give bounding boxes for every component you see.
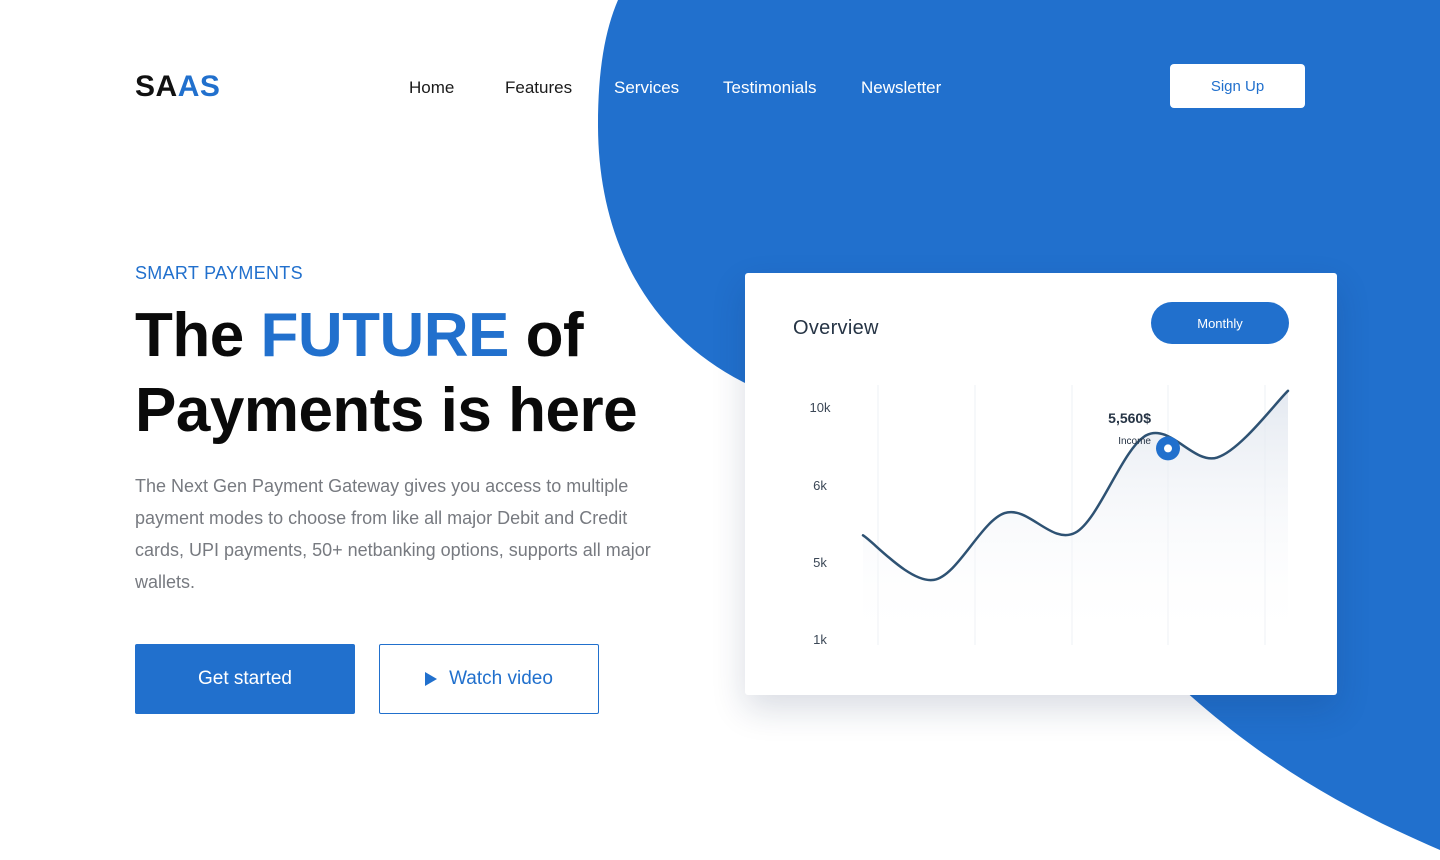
get-started-button[interactable]: Get started [135, 644, 355, 714]
annotation-label: Income [1118, 436, 1151, 447]
period-dropdown[interactable]: Monthly [1151, 302, 1289, 344]
overview-card: 10k 6k 5k 1k 5,560$ Income Overview Monthly [745, 273, 1337, 695]
nav-item-testimonials[interactable]: Testimonials [723, 78, 817, 98]
watch-video-button[interactable]: Watch video [379, 644, 599, 714]
card-title: Overview [793, 317, 879, 339]
income-marker-dot [1164, 444, 1172, 453]
headline-post: of [508, 301, 584, 370]
nav-item-features[interactable]: Features [505, 78, 572, 98]
nav-item-newsletter[interactable]: Newsletter [861, 78, 941, 98]
headline-pre: The [135, 301, 261, 370]
hero-headline: The FUTURE of Payments is here [135, 298, 638, 448]
y-tick-label: 6k [813, 478, 827, 493]
y-tick-label: 5k [813, 555, 827, 570]
nav-item-services[interactable]: Services [614, 78, 679, 98]
play-icon [425, 672, 438, 686]
headline-line-2: Payments is here [135, 376, 638, 445]
logo[interactable]: SAAS [135, 70, 220, 104]
headline-accent: FUTURE [260, 301, 509, 370]
watch-video-label: Watch video [449, 668, 553, 689]
annotation-value: 5,560$ [1108, 410, 1151, 426]
y-tick-label: 1k [813, 632, 827, 647]
logo-part-1: SA [135, 70, 178, 103]
hero-description: The Next Gen Payment Gateway gives you a… [135, 476, 651, 592]
series-area [863, 390, 1288, 645]
hero-eyebrow: SMART PAYMENTS [135, 263, 303, 283]
y-tick-label: 10k [810, 400, 831, 415]
nav-item-home[interactable]: Home [409, 78, 454, 98]
logo-part-2: AS [177, 70, 221, 103]
sign-up-button[interactable]: Sign Up [1170, 64, 1305, 108]
landing-page: SAAS Home Features Services Testimonials… [0, 0, 1440, 860]
